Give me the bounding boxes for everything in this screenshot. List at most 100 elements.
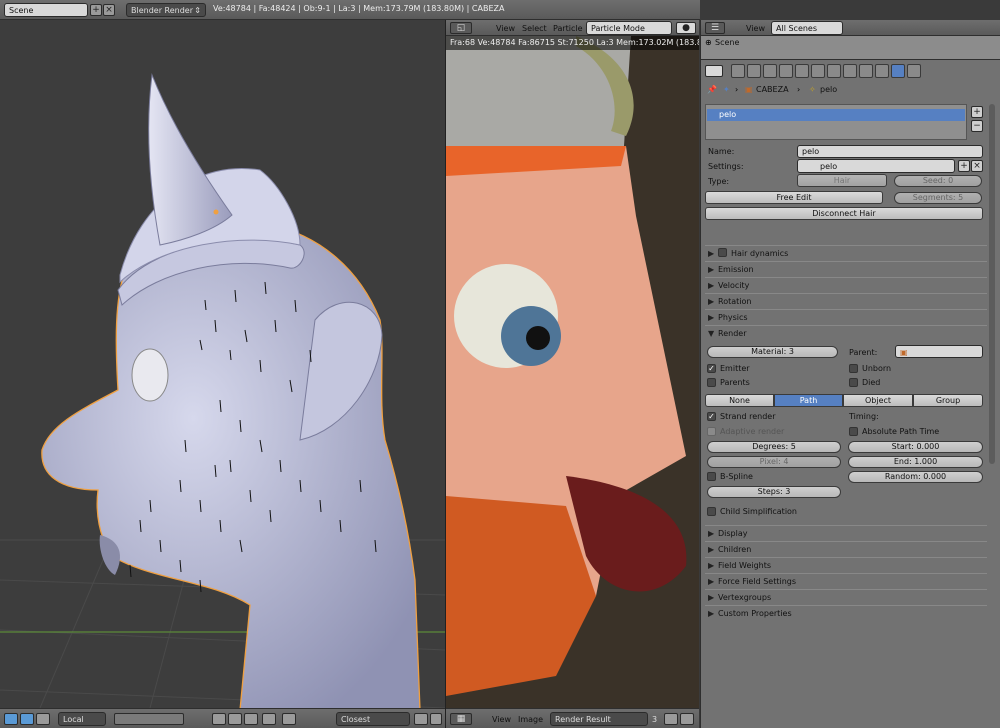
start-field[interactable]: Start: 0.000 [848, 441, 983, 453]
proportional-edit-icon[interactable] [262, 713, 276, 725]
panel-physics[interactable]: ▶ Physics [705, 309, 987, 325]
select-mode-icon[interactable] [212, 713, 226, 725]
path-mode-none[interactable]: None [705, 394, 774, 407]
path-mode-path[interactable]: Path [774, 394, 843, 407]
unlink-settings-icon[interactable]: × [971, 160, 983, 172]
panel-vertexgroups[interactable]: ▶ Vertexgroups [705, 589, 987, 605]
end-field[interactable]: End: 1.000 [848, 456, 983, 468]
emitter-checkbox[interactable]: ✓ [707, 364, 716, 373]
died-checkbox[interactable] [849, 378, 858, 387]
pixel-field[interactable]: Pixel: 4 [707, 456, 841, 468]
properties-scrollbar[interactable] [989, 104, 995, 464]
parents-checkbox[interactable] [707, 378, 716, 387]
strand-render-checkbox[interactable]: ✓ [707, 412, 716, 421]
panel-display[interactable]: ▶ Display [705, 525, 987, 541]
disconnect-hair-button[interactable]: Disconnect Hair [705, 207, 983, 220]
select-mode-face-icon[interactable] [244, 713, 258, 725]
panel-custom-properties[interactable]: ▶ Custom Properties [705, 605, 987, 621]
degrees-field[interactable]: Degrees: 5 [707, 441, 841, 453]
modifiers-tab-icon[interactable] [827, 64, 841, 78]
panel-velocity[interactable]: ▶ Velocity [705, 277, 987, 293]
menu-view[interactable]: View [496, 24, 515, 33]
type-select[interactable]: Hair [797, 174, 887, 187]
panel-hair-dynamics[interactable]: ▶ Hair dynamics [705, 245, 987, 261]
material-tab-icon[interactable] [859, 64, 873, 78]
editor-type-icon[interactable]: ◱ [450, 22, 472, 34]
orientation-select[interactable]: Local [58, 712, 106, 726]
image-name-field[interactable]: Render Result [550, 712, 648, 726]
world-tab-icon[interactable] [779, 64, 793, 78]
mode-select[interactable]: Particle Mode [586, 21, 672, 35]
particles-tab-icon[interactable] [891, 64, 905, 78]
expand-icon[interactable]: ⊕ [705, 38, 712, 47]
name-field[interactable]: pelo [797, 145, 983, 158]
shading-icon[interactable]: ● [676, 22, 696, 34]
manipulator-icon[interactable] [4, 713, 18, 725]
render-tab-icon[interactable] [731, 64, 745, 78]
editor-switch-icon[interactable] [705, 65, 723, 77]
particle-list-item[interactable]: pelo [707, 109, 965, 121]
select-mode-edge-icon[interactable] [228, 713, 242, 725]
snap-icon[interactable] [282, 713, 296, 725]
opengl-render-icon[interactable] [414, 713, 428, 725]
image-editor-type-icon[interactable]: ▦ [450, 713, 472, 725]
path-mode-object[interactable]: Object [843, 394, 913, 407]
texture-tab-icon[interactable] [875, 64, 889, 78]
delete-scene-icon[interactable]: × [103, 4, 115, 16]
remove-particle-system-icon[interactable]: − [971, 120, 983, 132]
physics-tab-icon[interactable] [907, 64, 921, 78]
absolute-path-time-checkbox[interactable] [849, 427, 858, 436]
outliner-menu-view[interactable]: View [746, 24, 765, 33]
material-field[interactable]: Material: 3 [707, 346, 838, 358]
render-slot[interactable]: 3 [652, 715, 657, 724]
render-anim-icon[interactable] [430, 713, 442, 725]
constraints-tab-icon[interactable] [811, 64, 825, 78]
panel-rotation[interactable]: ▶ Rotation [705, 293, 987, 309]
image-menu-image[interactable]: Image [518, 715, 543, 724]
hair-dynamics-checkbox[interactable] [718, 248, 727, 257]
scene-filter-select[interactable]: All Scenes [771, 21, 843, 35]
child-simplification-checkbox[interactable] [707, 507, 716, 516]
settings-field[interactable]: pelo [797, 159, 955, 173]
snap-target-select[interactable]: Closest [336, 712, 410, 726]
pin-image-icon[interactable] [664, 713, 678, 725]
segments-field[interactable]: Segments: 5 [894, 192, 982, 204]
rotate-icon[interactable] [36, 713, 50, 725]
image-menu-view[interactable]: View [492, 715, 511, 724]
adaptive-render-checkbox[interactable] [707, 427, 716, 436]
random-field[interactable]: Random: 0.000 [848, 471, 983, 483]
seed-field[interactable]: Seed: 0 [894, 175, 982, 187]
particle-system-list[interactable]: pelo [705, 104, 967, 140]
scene-field[interactable]: Scene [4, 3, 88, 17]
menu-particle[interactable]: Particle [553, 24, 583, 33]
object-tab-icon[interactable] [795, 64, 809, 78]
pin-icon[interactable]: 📌 [707, 85, 717, 94]
translate-icon[interactable] [20, 713, 34, 725]
3d-viewport[interactable] [0, 20, 445, 708]
outliner-type-icon[interactable]: ☰ [705, 22, 725, 34]
parent-field[interactable]: ▣ [895, 345, 983, 358]
layers-grid[interactable] [114, 713, 184, 725]
image-channels-icon[interactable] [680, 713, 694, 725]
scene-tab-icon[interactable] [763, 64, 777, 78]
panel-children[interactable]: ▶ Children [705, 541, 987, 557]
data-tab-icon[interactable] [843, 64, 857, 78]
add-scene-icon[interactable]: + [90, 4, 102, 16]
panel-render[interactable]: ▼ Render [705, 325, 987, 341]
panel-force-field-settings[interactable]: ▶ Force Field Settings [705, 573, 987, 589]
panel-emission[interactable]: ▶ Emission [705, 261, 987, 277]
unborn-checkbox[interactable] [849, 364, 858, 373]
panel-field-weights[interactable]: ▶ Field Weights [705, 557, 987, 573]
path-mode-group[interactable]: Group [913, 394, 983, 407]
new-settings-icon[interactable]: + [958, 160, 970, 172]
render-engine-select[interactable]: Blender Render ⇕ [126, 3, 206, 17]
outliner[interactable]: ⊕ Scene [701, 36, 1000, 60]
steps-field[interactable]: Steps: 3 [707, 486, 841, 498]
add-particle-system-icon[interactable]: + [971, 106, 983, 118]
outliner-scene-item[interactable]: Scene [715, 38, 739, 47]
bspline-checkbox[interactable] [707, 472, 716, 481]
menu-select[interactable]: Select [522, 24, 547, 33]
free-edit-button[interactable]: Free Edit [705, 191, 883, 204]
chevron-right-icon: › [735, 85, 739, 94]
render-layers-tab-icon[interactable] [747, 64, 761, 78]
